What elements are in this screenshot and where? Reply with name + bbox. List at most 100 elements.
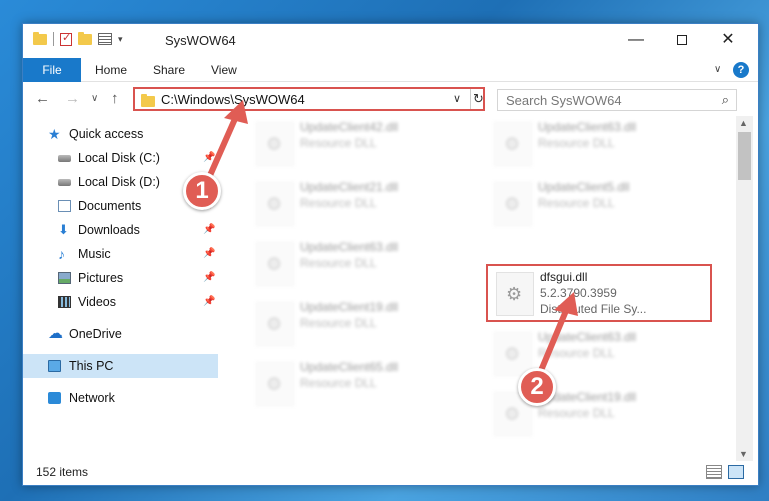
title-bar: ▾ SysWOW64 — ✕: [23, 24, 758, 58]
folder-icon: [141, 94, 155, 107]
minimize-button[interactable]: —: [621, 28, 651, 52]
file-type: Resource DLL: [538, 196, 615, 210]
file-item[interactable]: UpdateClient63.dll Resource DLL: [248, 236, 468, 294]
sidebar-item-pictures[interactable]: Pictures 📌: [23, 266, 218, 290]
recent-locations-button[interactable]: ∨: [91, 93, 98, 104]
address-bar[interactable]: C:\Windows\SysWOW64 ∨ ↻: [133, 87, 485, 111]
vertical-scrollbar[interactable]: ▲ ▼: [736, 116, 753, 461]
step-1-badge: 1: [183, 172, 221, 210]
pin-icon[interactable]: 📌: [203, 218, 215, 242]
help-icon[interactable]: ?: [733, 62, 749, 78]
file-type: Resource DLL: [300, 196, 377, 210]
scroll-down-icon[interactable]: ▼: [739, 449, 748, 459]
maximize-button[interactable]: [667, 28, 697, 52]
dll-file-icon: [494, 182, 532, 226]
file-explorer-window: ▾ SysWOW64 — ✕ File Home Share View ∨ ? …: [22, 23, 759, 486]
file-item[interactable]: UpdateClient5.dll Resource DLL: [486, 176, 706, 234]
sidebar-item-quick-access[interactable]: ★ Quick access: [23, 122, 218, 146]
file-list: UpdateClient42.dll Resource DLL UpdateCl…: [228, 116, 736, 461]
sidebar-item-local-disk-c[interactable]: Local Disk (C:) 📌: [23, 146, 218, 170]
back-button[interactable]: ←: [35, 90, 50, 107]
file-name: UpdateClient63.dll: [538, 120, 637, 134]
sidebar-item-label: Music: [78, 247, 111, 261]
sidebar-item-label: This PC: [69, 359, 114, 373]
disk-icon: [58, 155, 71, 162]
sidebar-item-label: Network: [69, 391, 115, 405]
dll-file-icon: [256, 362, 294, 406]
pictures-icon: [58, 272, 71, 284]
file-name: UpdateClient65.dll: [300, 360, 399, 374]
dll-file-icon: [256, 122, 294, 166]
new-folder-icon[interactable]: [78, 31, 92, 45]
file-name: UpdateClient19.dll: [300, 300, 399, 314]
address-dropdown-icon[interactable]: ∨: [453, 92, 461, 105]
customize-toolbar-caret-icon[interactable]: ▾: [118, 34, 123, 45]
sidebar-item-label: Pictures: [78, 271, 124, 285]
step-2-badge: 2: [518, 368, 556, 406]
expand-ribbon-icon[interactable]: ∨: [714, 64, 721, 75]
dll-file-icon: [256, 242, 294, 286]
address-path[interactable]: C:\Windows\SysWOW64: [161, 92, 305, 107]
pin-icon[interactable]: 📌: [203, 146, 215, 170]
view-options-icon[interactable]: [98, 33, 112, 45]
file-name: UpdateClient63.dll: [538, 330, 637, 344]
highlight-frame: [486, 264, 712, 322]
properties-icon[interactable]: [60, 31, 72, 46]
sidebar-item-label: Documents: [78, 199, 142, 213]
forward-button[interactable]: →: [65, 90, 80, 107]
large-icons-view-icon[interactable]: [728, 465, 744, 479]
videos-icon: [58, 296, 71, 308]
search-placeholder: Search SysWOW64: [506, 93, 622, 108]
tab-home[interactable]: Home: [83, 58, 139, 82]
file-item[interactable]: UpdateClient42.dll Resource DLL: [248, 116, 468, 174]
navigation-pane: ★ Quick access Local Disk (C:) 📌 Local D…: [23, 116, 218, 461]
sidebar-item-network[interactable]: Network: [23, 386, 218, 410]
download-icon: ⬇: [58, 222, 69, 237]
quick-access-toolbar: ▾: [33, 31, 123, 46]
ribbon-tabs: File Home Share View ∨ ?: [23, 58, 758, 82]
file-item[interactable]: UpdateClient65.dll Resource DLL: [248, 356, 468, 414]
sidebar-item-this-pc[interactable]: This PC: [23, 354, 218, 378]
star-icon: ★: [48, 126, 61, 142]
dll-file-icon: [494, 122, 532, 166]
dll-file-icon: [494, 332, 532, 376]
file-name: UpdateClient42.dll: [300, 120, 399, 134]
file-item[interactable]: UpdateClient63.dll Resource DLL: [486, 116, 706, 174]
close-button[interactable]: ✕: [713, 28, 743, 52]
tab-share[interactable]: Share: [141, 58, 197, 82]
file-type: Resource DLL: [300, 376, 377, 390]
network-icon: [48, 392, 61, 404]
dll-file-icon: [256, 182, 294, 226]
pin-icon[interactable]: 📌: [203, 242, 215, 266]
window-title: SysWOW64: [165, 33, 236, 48]
cloud-icon: ☁: [48, 325, 63, 342]
tab-file[interactable]: File: [23, 58, 81, 82]
sidebar-item-label: Quick access: [69, 127, 144, 141]
file-type: Resource DLL: [538, 136, 615, 150]
file-item[interactable]: UpdateClient63.dll Resource DLL: [486, 326, 706, 384]
documents-icon: [58, 200, 71, 212]
search-icon[interactable]: ⌕: [722, 92, 729, 108]
sidebar-item-downloads[interactable]: ⬇ Downloads 📌: [23, 218, 218, 242]
maximize-icon: [677, 34, 687, 45]
folder-icon: [33, 31, 47, 45]
scroll-up-icon[interactable]: ▲: [739, 118, 748, 128]
pin-icon[interactable]: 📌: [203, 266, 215, 290]
details-view-icon[interactable]: [706, 465, 722, 479]
refresh-icon[interactable]: ↻: [470, 89, 484, 109]
tab-view[interactable]: View: [199, 58, 249, 82]
sidebar-item-videos[interactable]: Videos 📌: [23, 290, 218, 314]
file-item[interactable]: UpdateClient21.dll Resource DLL: [248, 176, 468, 234]
status-bar: 152 items: [23, 461, 758, 485]
sidebar-item-onedrive[interactable]: ☁ OneDrive: [23, 322, 218, 346]
sidebar-item-label: Local Disk (D:): [78, 175, 160, 189]
file-item[interactable]: UpdateClient19.dll Resource DLL: [248, 296, 468, 354]
up-button[interactable]: ↑: [111, 90, 119, 107]
pin-icon[interactable]: 📌: [203, 290, 215, 314]
item-count: 152 items: [36, 465, 89, 479]
search-input[interactable]: Search SysWOW64 ⌕: [497, 89, 737, 111]
file-name: UpdateClient63.dll: [300, 240, 399, 254]
sidebar-item-music[interactable]: ♪ Music 📌: [23, 242, 218, 266]
disk-icon: [58, 179, 71, 186]
scrollbar-thumb[interactable]: [738, 132, 751, 180]
